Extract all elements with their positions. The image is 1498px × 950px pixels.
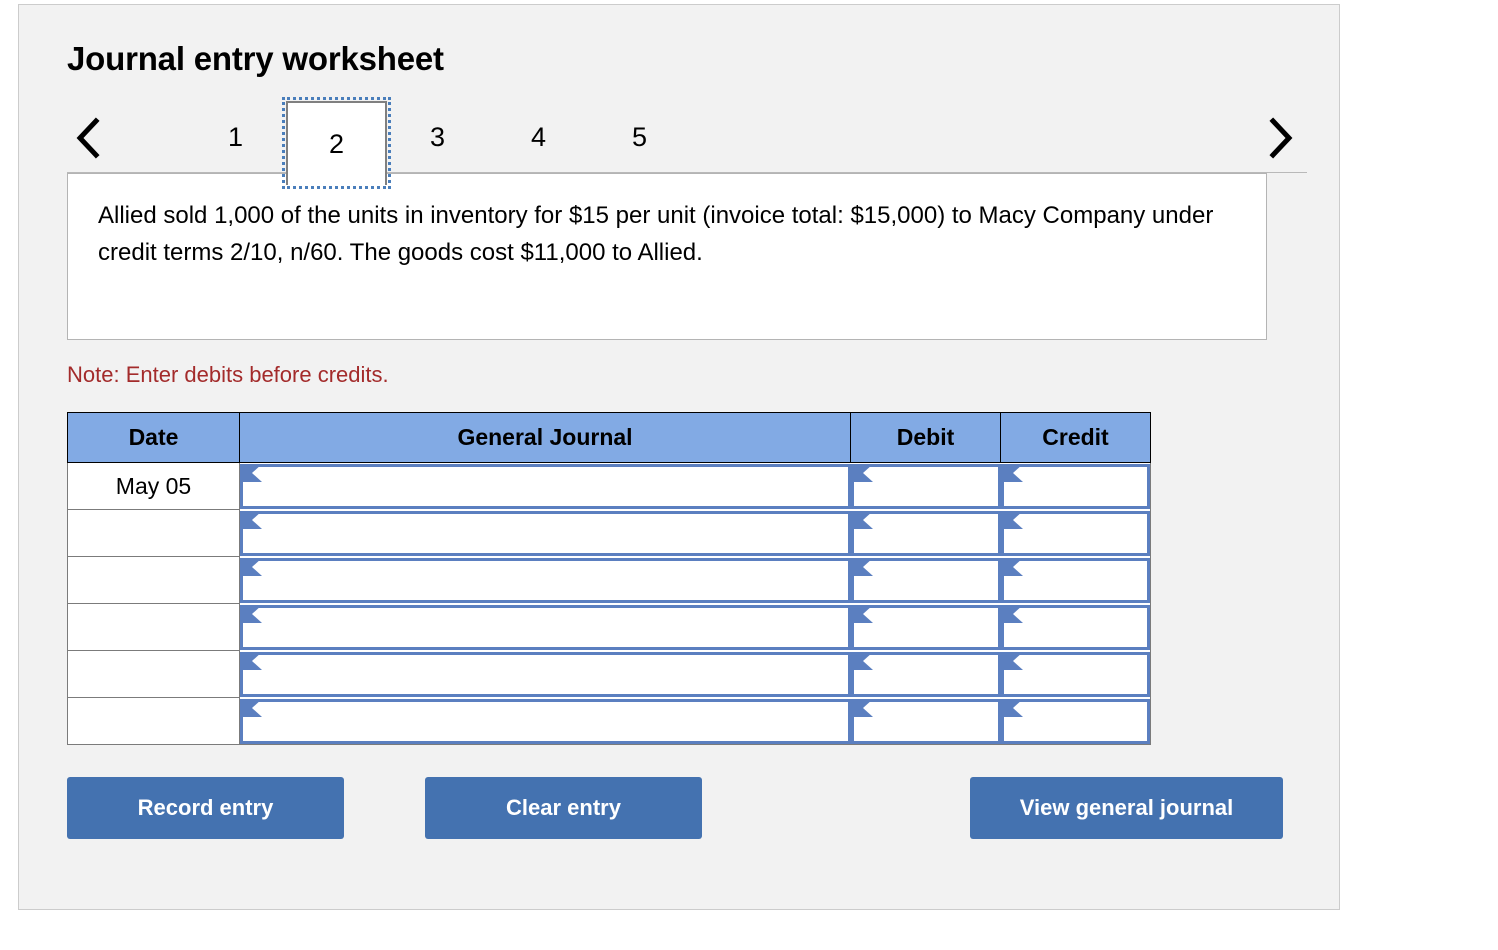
debit-input[interactable] xyxy=(867,654,994,694)
journal-input-box[interactable] xyxy=(240,651,851,697)
debit-cell xyxy=(850,556,1001,604)
column-header-credit: Credit xyxy=(1000,412,1151,464)
view-general-journal-button[interactable]: View general journal xyxy=(970,777,1283,840)
date-cell[interactable]: May 05 xyxy=(67,462,240,511)
credit-input[interactable] xyxy=(1017,467,1143,507)
credit-input-box[interactable] xyxy=(1000,651,1150,697)
debit-input[interactable] xyxy=(867,607,994,647)
date-cell[interactable] xyxy=(67,603,240,652)
column-header-debit: Debit xyxy=(850,412,1001,464)
debit-cell xyxy=(850,603,1001,651)
credit-input[interactable] xyxy=(1017,560,1143,600)
tab-4[interactable]: 4 xyxy=(488,101,589,173)
chevron-left-icon xyxy=(75,117,101,159)
debit-input-box[interactable] xyxy=(850,510,1001,556)
transaction-description: Allied sold 1,000 of the units in invent… xyxy=(98,202,1220,266)
previous-page-button[interactable] xyxy=(67,115,109,161)
debit-input[interactable] xyxy=(867,513,994,553)
table-row xyxy=(67,603,1151,652)
credit-cell xyxy=(1000,650,1151,698)
journal-account-input[interactable] xyxy=(257,467,844,507)
credit-cell xyxy=(1000,462,1151,510)
chevron-right-icon xyxy=(1267,117,1293,159)
table-row xyxy=(67,509,1151,558)
transaction-description-box: Allied sold 1,000 of the units in invent… xyxy=(67,173,1267,341)
journal-account-input[interactable] xyxy=(257,607,844,647)
debit-cell xyxy=(850,697,1001,745)
journal-input-box[interactable] xyxy=(240,604,851,650)
table-header-row: Date General Journal Debit Credit xyxy=(67,412,1151,464)
page-title: Journal entry worksheet xyxy=(67,40,444,77)
debit-cell xyxy=(850,509,1001,557)
column-header-date: Date xyxy=(67,412,240,464)
debit-input-box[interactable] xyxy=(850,464,1001,510)
worksheet-panel: Journal entry worksheet 1 2 3 4 5 Allied… xyxy=(18,4,1340,910)
record-entry-button[interactable]: Record entry xyxy=(67,777,344,840)
tab-navigation: 1 2 3 4 5 xyxy=(67,97,1307,190)
tab-2[interactable]: 2 xyxy=(282,97,391,190)
journal-input-box[interactable] xyxy=(240,557,851,603)
credit-cell xyxy=(1000,603,1151,651)
journal-account-input[interactable] xyxy=(257,513,844,553)
credit-cell xyxy=(1000,509,1151,557)
credit-input-box[interactable] xyxy=(1000,604,1150,650)
journal-cell xyxy=(239,697,851,745)
journal-cell xyxy=(239,650,851,698)
debits-before-credits-note: Note: Enter debits before credits. xyxy=(67,362,389,388)
journal-input-box[interactable] xyxy=(240,698,851,744)
table-row: May 05 xyxy=(67,462,1151,511)
journal-cell xyxy=(239,509,851,557)
journal-input-box[interactable] xyxy=(240,510,851,556)
table-row xyxy=(67,650,1151,699)
journal-account-input[interactable] xyxy=(257,701,844,741)
debit-input-box[interactable] xyxy=(850,604,1001,650)
journal-cell xyxy=(239,603,851,651)
credit-input-box[interactable] xyxy=(1000,510,1150,556)
credit-input[interactable] xyxy=(1017,654,1143,694)
debit-input[interactable] xyxy=(867,560,994,600)
debit-input-box[interactable] xyxy=(850,651,1001,697)
debit-input[interactable] xyxy=(867,467,994,507)
credit-cell xyxy=(1000,697,1151,745)
table-row xyxy=(67,556,1151,605)
debit-cell xyxy=(850,650,1001,698)
date-cell[interactable] xyxy=(67,650,240,699)
journal-entry-table: Date General Journal Debit Credit May 05 xyxy=(67,412,1151,746)
screen: Journal entry worksheet 1 2 3 4 5 Allied… xyxy=(0,0,1498,950)
date-cell[interactable] xyxy=(67,697,240,746)
journal-account-input[interactable] xyxy=(257,560,844,600)
tab-3[interactable]: 3 xyxy=(387,101,488,173)
table-row xyxy=(67,697,1151,746)
debit-input-box[interactable] xyxy=(850,557,1001,603)
date-cell[interactable] xyxy=(67,556,240,605)
action-button-row: Record entry Clear entry View general jo… xyxy=(67,777,1283,840)
tab-5[interactable]: 5 xyxy=(589,101,690,173)
journal-cell xyxy=(239,556,851,604)
journal-input-box[interactable] xyxy=(240,464,851,510)
debit-input[interactable] xyxy=(867,701,994,741)
tab-list: 1 2 3 4 5 xyxy=(185,97,690,190)
tab-1[interactable]: 1 xyxy=(185,101,286,173)
journal-account-input[interactable] xyxy=(257,654,844,694)
debit-cell xyxy=(850,462,1001,510)
next-page-button[interactable] xyxy=(1259,115,1301,161)
clear-entry-button[interactable]: Clear entry xyxy=(425,777,702,840)
journal-cell xyxy=(239,462,851,510)
date-cell[interactable] xyxy=(67,509,240,558)
column-header-general-journal: General Journal xyxy=(239,412,851,464)
credit-input-box[interactable] xyxy=(1000,557,1150,603)
credit-input-box[interactable] xyxy=(1000,698,1150,744)
credit-cell xyxy=(1000,556,1151,604)
credit-input[interactable] xyxy=(1017,513,1143,553)
credit-input[interactable] xyxy=(1017,607,1143,647)
credit-input-box[interactable] xyxy=(1000,464,1150,510)
credit-input[interactable] xyxy=(1017,701,1143,741)
debit-input-box[interactable] xyxy=(850,698,1001,744)
